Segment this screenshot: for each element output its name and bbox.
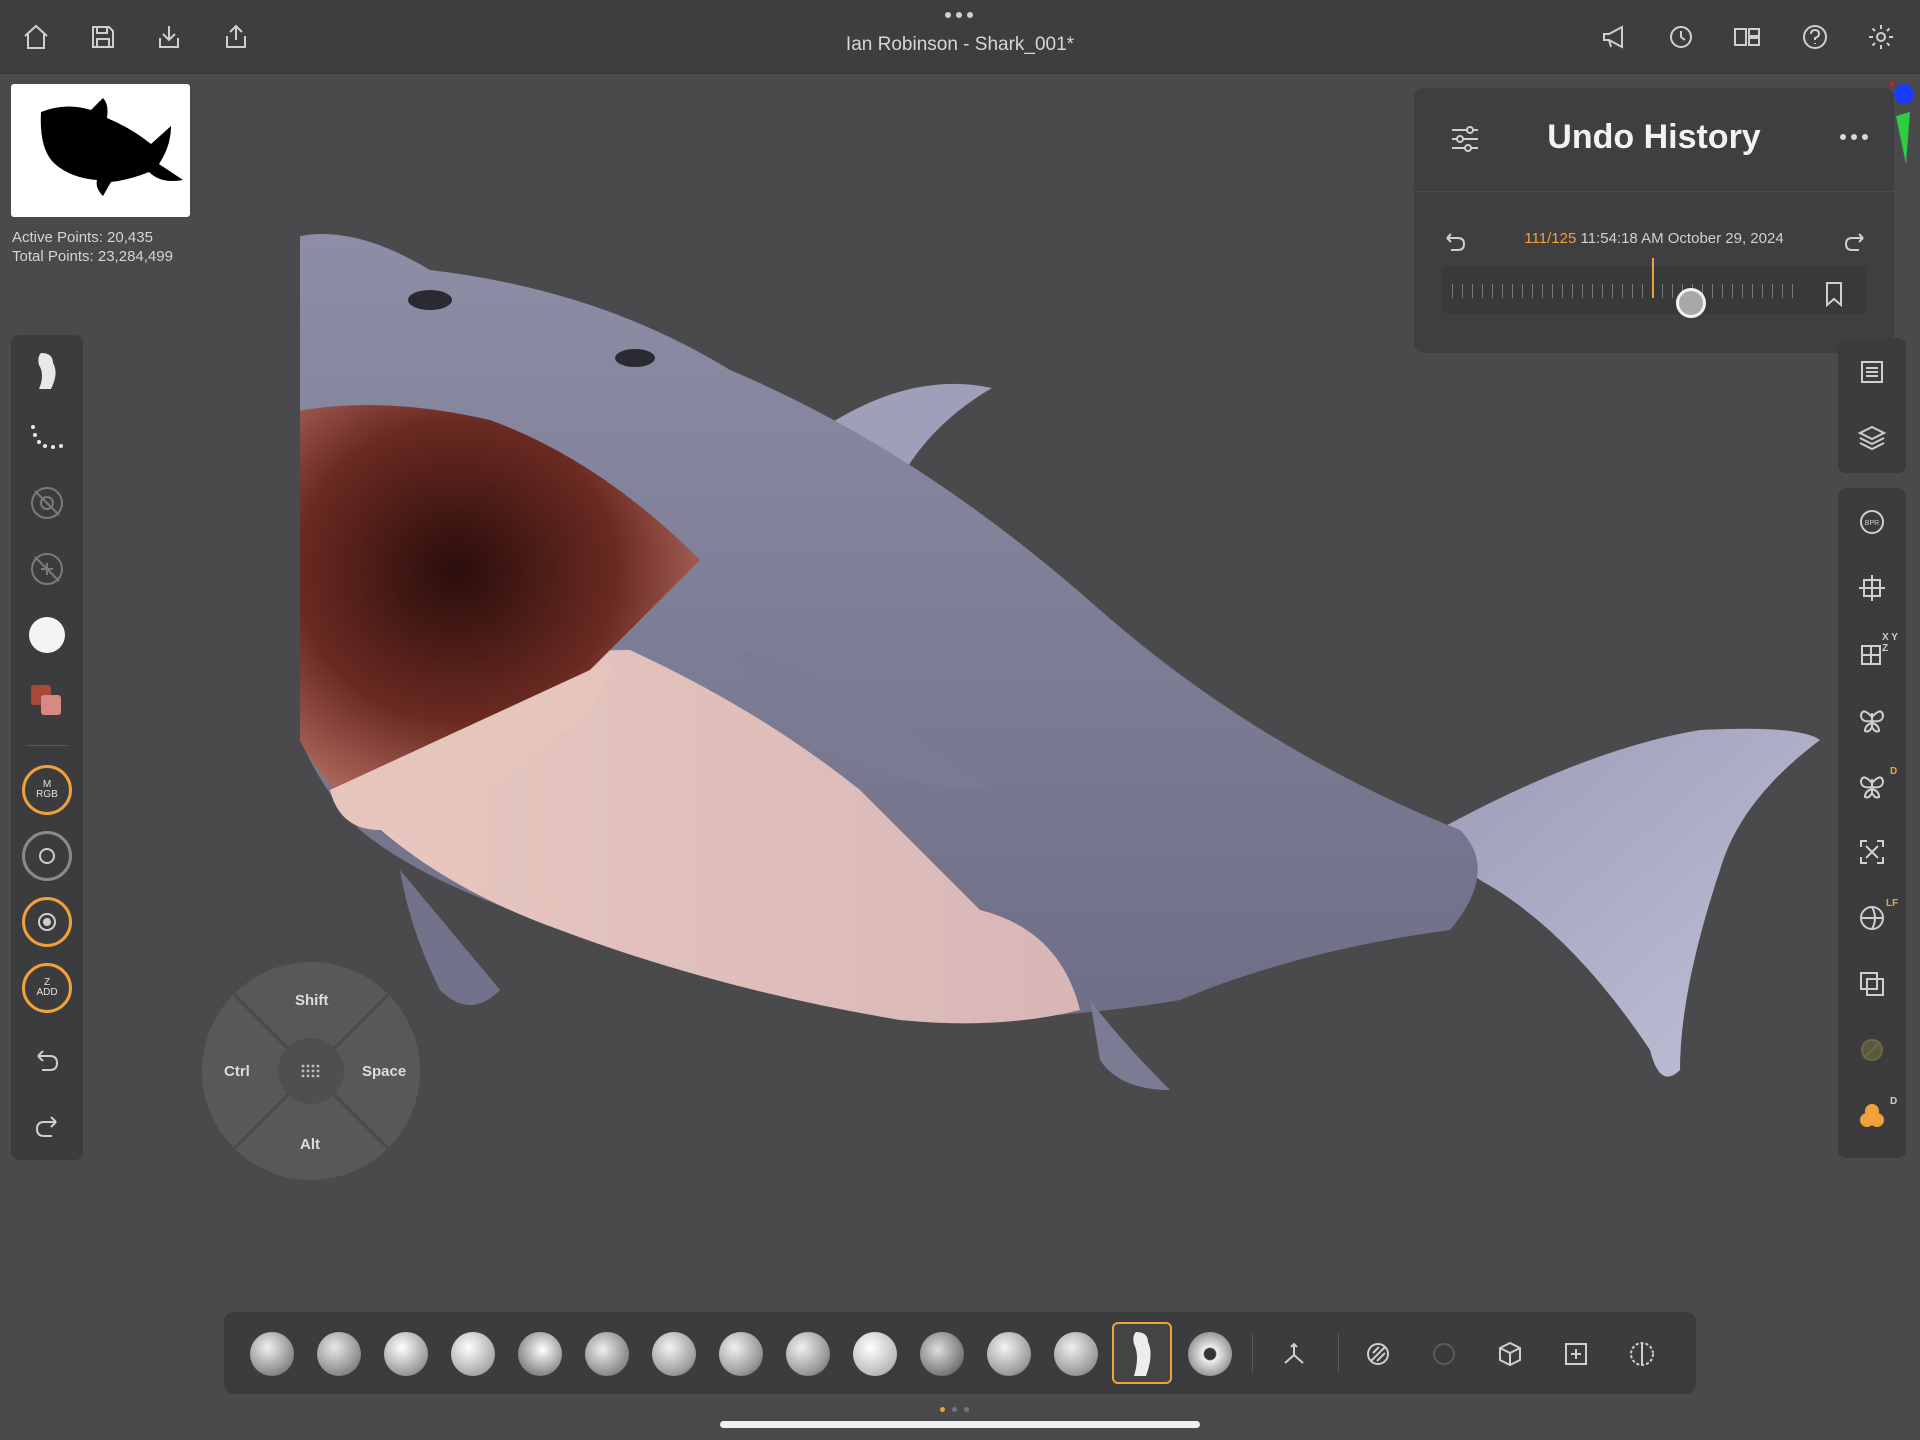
shark-silhouette-icon bbox=[40, 98, 184, 196]
subtool-list-icon[interactable] bbox=[1852, 352, 1892, 392]
rgb-toggle-bottom-label: RGB bbox=[36, 789, 58, 800]
mask-icon[interactable] bbox=[1360, 1336, 1396, 1372]
brush-dam-standard-icon[interactable] bbox=[652, 1332, 696, 1376]
tray-divider bbox=[1338, 1334, 1339, 1372]
space-key[interactable]: Space bbox=[362, 1063, 406, 1080]
brush-inflate-icon[interactable] bbox=[518, 1332, 562, 1376]
window-menu-dots[interactable] bbox=[945, 12, 973, 18]
brush-snakehook-icon[interactable] bbox=[920, 1332, 964, 1376]
fit-view-icon[interactable] bbox=[1852, 832, 1892, 872]
material-icon[interactable] bbox=[27, 615, 67, 655]
settings-icon[interactable] bbox=[1862, 18, 1900, 56]
solo-tag: D bbox=[1890, 1096, 1898, 1107]
bookmark-icon[interactable] bbox=[1824, 281, 1844, 307]
solo-mode-icon[interactable] bbox=[1852, 1096, 1892, 1136]
brush-standard-icon[interactable] bbox=[384, 1332, 428, 1376]
brush-smooth-icon[interactable] bbox=[585, 1332, 629, 1376]
alt-key[interactable]: Alt bbox=[300, 1136, 320, 1153]
help-icon[interactable] bbox=[1796, 18, 1834, 56]
brush-clay-icon[interactable] bbox=[317, 1332, 361, 1376]
undo-step-counter: 111/125 bbox=[1524, 230, 1577, 247]
shark-model-viewport[interactable] bbox=[300, 230, 1860, 1230]
undo-timestamp: 11:54:18 AM October 29, 2024 bbox=[1580, 230, 1784, 247]
left-tray-divider bbox=[27, 745, 67, 746]
brush-move-icon[interactable] bbox=[451, 1332, 495, 1376]
layers-icon[interactable] bbox=[1852, 418, 1892, 458]
stroke-icon[interactable] bbox=[27, 417, 67, 457]
symmetry-butterfly-icon[interactable] bbox=[1852, 700, 1892, 740]
gizmo-icon[interactable] bbox=[1276, 1336, 1312, 1372]
step-forward-icon[interactable] bbox=[1840, 228, 1868, 256]
tray-divider bbox=[1252, 1334, 1253, 1372]
undo-current-marker bbox=[1652, 258, 1654, 298]
right-tray-bottom: BPR X Y Z D LF D bbox=[1838, 488, 1906, 1158]
rgb-mode-toggle[interactable]: M RGB bbox=[22, 765, 72, 815]
polygroup-icon[interactable] bbox=[1426, 1336, 1462, 1372]
bpr-render-icon[interactable]: BPR bbox=[1852, 502, 1892, 542]
shark-eye-right bbox=[615, 349, 655, 367]
color-swatch-icon[interactable] bbox=[27, 681, 67, 721]
modifier-pad: Shift Ctrl Space Alt bbox=[202, 962, 420, 1180]
shift-key[interactable]: Shift bbox=[295, 992, 328, 1009]
reference-thumbnail[interactable] bbox=[11, 84, 190, 217]
polyframe-icon[interactable] bbox=[1852, 1030, 1892, 1070]
tail-fin bbox=[1420, 728, 1820, 1077]
brush-clay-buildup-icon[interactable] bbox=[250, 1332, 294, 1376]
brush-selected[interactable] bbox=[1112, 1322, 1172, 1384]
total-points: Total Points: 23,284,499 bbox=[12, 248, 173, 265]
add-subtool-icon[interactable] bbox=[1558, 1336, 1594, 1372]
left-tray: M RGB Z ADD bbox=[11, 335, 83, 1160]
active-points: Active Points: 20,435 bbox=[12, 229, 153, 246]
dynamic-symmetry-icon[interactable] bbox=[1852, 766, 1892, 806]
intensity-dial[interactable] bbox=[22, 831, 72, 881]
undo-step-readout: 111/125 11:54:18 AM October 29, 2024 bbox=[1414, 230, 1894, 247]
brush-trim-icon[interactable] bbox=[719, 1332, 763, 1376]
layout-icon[interactable] bbox=[1728, 18, 1766, 56]
undo-timeline-ticks bbox=[1452, 284, 1802, 298]
undo-history-panel: Undo History 111/125 11:54:18 AM October… bbox=[1414, 88, 1894, 353]
top-bar: Ian Robinson - Shark_001* bbox=[0, 0, 1920, 74]
alpha-off-icon[interactable] bbox=[27, 483, 67, 523]
more-options-icon[interactable] bbox=[1840, 134, 1868, 140]
redo-icon[interactable] bbox=[27, 1107, 67, 1147]
xyz-tag: X Y Z bbox=[1882, 632, 1898, 654]
zadd-toggle[interactable]: Z ADD bbox=[22, 963, 72, 1013]
svg-text:BPR: BPR bbox=[1865, 520, 1879, 527]
pelvic-fin bbox=[1090, 1000, 1170, 1090]
brush-sphere-icon[interactable] bbox=[853, 1332, 897, 1376]
lf-tag: LF bbox=[1886, 898, 1899, 909]
history-icon[interactable] bbox=[1662, 18, 1700, 56]
brush-pinch-icon[interactable] bbox=[786, 1332, 830, 1376]
brush-curve-icon[interactable] bbox=[1188, 1332, 1232, 1376]
right-tray-top bbox=[1838, 338, 1906, 473]
undo-history-header: Undo History bbox=[1414, 88, 1894, 192]
transparency-icon[interactable] bbox=[1852, 964, 1892, 1004]
brush-tray bbox=[224, 1312, 1696, 1394]
selection-icon[interactable] bbox=[1624, 1336, 1660, 1372]
draw-size-dial[interactable] bbox=[22, 897, 72, 947]
page-indicator[interactable] bbox=[940, 1407, 969, 1412]
brush-flatten-icon[interactable] bbox=[987, 1332, 1031, 1376]
undo-icon[interactable] bbox=[27, 1041, 67, 1081]
axis-gizmo[interactable] bbox=[1890, 80, 1914, 170]
brush-preview-icon[interactable] bbox=[27, 351, 67, 391]
announcement-icon[interactable] bbox=[1596, 18, 1634, 56]
shark-eye-left bbox=[408, 290, 452, 310]
pad-grid-icon[interactable] bbox=[278, 1038, 344, 1104]
undo-timeline-slider[interactable] bbox=[1676, 288, 1706, 318]
home-indicator[interactable] bbox=[720, 1421, 1200, 1428]
point-stats: Active Points: 20,435 Total Points: 23,2… bbox=[12, 228, 173, 266]
dynamic-tag: D bbox=[1890, 766, 1898, 777]
texture-off-icon[interactable] bbox=[27, 549, 67, 589]
undo-history-title: Undo History bbox=[1547, 118, 1761, 156]
ctrl-key[interactable]: Ctrl bbox=[224, 1063, 250, 1080]
zadd-toggle-bottom-label: ADD bbox=[36, 987, 58, 998]
frame-icon[interactable] bbox=[1852, 568, 1892, 608]
mesh-cube-icon[interactable] bbox=[1492, 1336, 1528, 1372]
brush-planar-icon[interactable] bbox=[1054, 1332, 1098, 1376]
